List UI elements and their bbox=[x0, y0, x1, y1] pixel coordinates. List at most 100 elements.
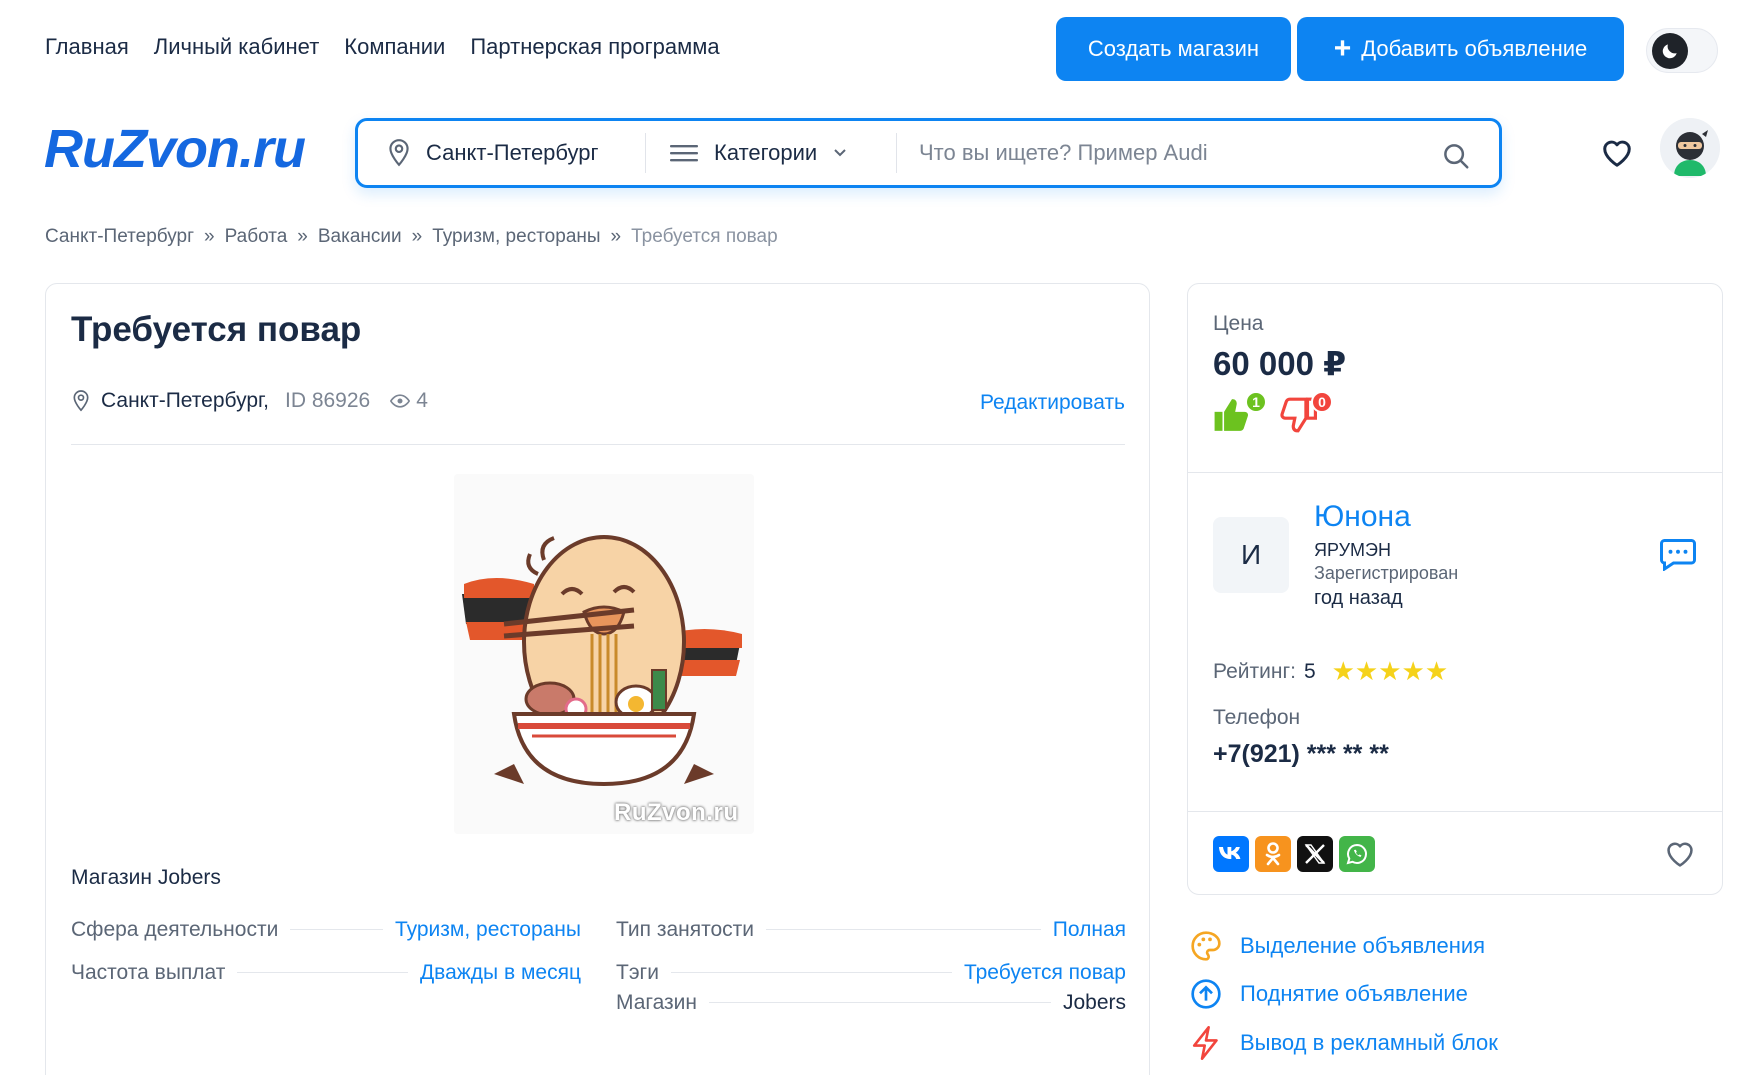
prop-tags-key: Тэги bbox=[616, 961, 659, 984]
breadcrumb-separator: » bbox=[297, 226, 308, 247]
chick-eating-noodles-image bbox=[454, 474, 754, 834]
site-logo[interactable]: RuZvon.ru bbox=[44, 118, 306, 180]
seller-name[interactable]: Юнона bbox=[1314, 500, 1411, 534]
share-whatsapp-icon[interactable] bbox=[1339, 836, 1375, 872]
prop-sphere-key: Сфера деятельности bbox=[71, 918, 279, 941]
promo-ad-block-label: Вывод в рекламный блок bbox=[1240, 1030, 1498, 1055]
search-input[interactable] bbox=[897, 140, 1417, 166]
phone-label: Телефон bbox=[1213, 706, 1301, 729]
city-selector[interactable]: Санкт-Петербург bbox=[358, 138, 645, 168]
price-value: 60 000 ₽ bbox=[1213, 345, 1347, 382]
share-x-icon[interactable] bbox=[1297, 836, 1333, 872]
prop-tags: Тэги Требуется повар bbox=[616, 961, 1126, 985]
palette-icon bbox=[1191, 931, 1221, 961]
leader-line bbox=[709, 1002, 1051, 1003]
rating-label: Рейтинг: bbox=[1213, 659, 1296, 683]
moon-icon bbox=[1652, 33, 1688, 69]
seller-registered-ago: год назад bbox=[1314, 587, 1403, 609]
breadcrumb-current: Требуется повар bbox=[631, 226, 778, 247]
like-button[interactable]: 1 bbox=[1213, 391, 1267, 437]
seller-rating: Рейтинг: 5 ★★★★★ bbox=[1213, 656, 1448, 687]
price-label: Цена bbox=[1213, 312, 1264, 335]
prop-sphere: Сфера деятельности Туризм, рестораны bbox=[71, 918, 581, 942]
favorite-heart-icon[interactable] bbox=[1664, 840, 1696, 868]
edit-link[interactable]: Редактировать bbox=[980, 391, 1125, 415]
favorites-heart-icon[interactable] bbox=[1600, 138, 1634, 168]
search-bar: Санкт-Петербург Категории bbox=[355, 118, 1502, 188]
add-listing-button[interactable]: + Добавить объявление bbox=[1297, 17, 1624, 81]
leader-line bbox=[766, 929, 1041, 930]
menu-icon bbox=[670, 145, 698, 162]
rating-stars: ★★★★★ bbox=[1331, 656, 1449, 686]
views-count: 4 bbox=[390, 389, 428, 413]
location-pin-icon bbox=[73, 390, 89, 412]
promo-raise[interactable]: Поднятие объявление bbox=[1190, 978, 1468, 1010]
theme-toggle[interactable] bbox=[1646, 28, 1718, 73]
prop-tags-value[interactable]: Требуется повар bbox=[964, 961, 1126, 985]
nav-partner-program[interactable]: Партнерская программа bbox=[470, 34, 719, 60]
search-icon[interactable] bbox=[1441, 141, 1471, 171]
votes: 1 0 bbox=[1213, 391, 1333, 437]
categories-dropdown[interactable]: Категории bbox=[646, 140, 896, 166]
breadcrumb-work[interactable]: Работа bbox=[225, 226, 288, 248]
leader-line bbox=[237, 972, 408, 973]
promo-raise-label: Поднятие объявление bbox=[1240, 981, 1468, 1006]
create-shop-button[interactable]: Создать магазин bbox=[1056, 17, 1291, 81]
prop-sphere-value[interactable]: Туризм, рестораны bbox=[395, 918, 581, 942]
city-label: Санкт-Петербург bbox=[426, 140, 599, 165]
share-buttons bbox=[1213, 836, 1375, 872]
breadcrumb-city[interactable]: Санкт-Петербург bbox=[45, 226, 194, 248]
user-avatar[interactable] bbox=[1660, 118, 1720, 178]
chat-icon[interactable] bbox=[1660, 537, 1696, 571]
seller-registered: Зарегистрирован bbox=[1314, 563, 1459, 583]
seller-avatar[interactable]: И bbox=[1213, 517, 1289, 593]
prop-shop: Магазин Jobers bbox=[616, 991, 1126, 1015]
leader-line bbox=[670, 972, 952, 973]
breadcrumb-tourism[interactable]: Туризм, рестораны bbox=[432, 226, 600, 248]
listing-photo[interactable]: RuZvon.ru bbox=[454, 474, 754, 834]
divider bbox=[71, 444, 1125, 445]
breadcrumb-vacancies[interactable]: Вакансии bbox=[318, 226, 402, 248]
divider bbox=[1188, 811, 1722, 812]
dislike-button[interactable]: 0 bbox=[1279, 391, 1333, 437]
prop-shop-value: Jobers bbox=[1062, 991, 1126, 1014]
share-vk-icon[interactable] bbox=[1213, 836, 1249, 872]
promo-highlight[interactable]: Выделение объявления bbox=[1190, 930, 1485, 962]
plus-icon: + bbox=[1333, 32, 1352, 65]
nav-account[interactable]: Личный кабинет bbox=[154, 34, 320, 60]
breadcrumb-separator: » bbox=[610, 226, 622, 247]
lightning-icon bbox=[1192, 1026, 1218, 1060]
top-nav: Главная Личный кабинет Компании Партнерс… bbox=[45, 34, 720, 60]
prop-frequency-value[interactable]: Дважды в месяц bbox=[420, 961, 581, 985]
breadcrumb-separator: » bbox=[411, 226, 423, 247]
leader-line bbox=[290, 929, 383, 930]
arrow-up-circle-icon bbox=[1191, 979, 1221, 1009]
dislikes-count: 0 bbox=[1311, 391, 1333, 413]
prop-employment-key: Тип занятости bbox=[616, 918, 755, 941]
views-value: 4 bbox=[416, 389, 428, 412]
breadcrumb: Санкт-Петербург » Работа » Вакансии » Ту… bbox=[45, 226, 778, 248]
listing-id: ID 86926 bbox=[284, 389, 371, 412]
promo-ad-block[interactable]: Вывод в рекламный блок bbox=[1190, 1026, 1498, 1060]
prop-employment-value[interactable]: Полная bbox=[1053, 918, 1126, 942]
add-listing-label: Добавить объявление bbox=[1361, 36, 1588, 61]
share-ok-icon[interactable] bbox=[1255, 836, 1291, 872]
location-pin-icon bbox=[389, 139, 409, 167]
prop-shop-key: Магазин bbox=[616, 991, 698, 1014]
listing-card: Требуется повар Санкт-Петербург, ID 8692… bbox=[45, 283, 1150, 1075]
promo-highlight-label: Выделение объявления bbox=[1240, 933, 1486, 958]
nav-home[interactable]: Главная bbox=[45, 34, 129, 60]
nav-companies[interactable]: Компании bbox=[344, 34, 445, 60]
divider bbox=[1188, 472, 1722, 473]
listing-meta: Санкт-Петербург, ID 86926 4 bbox=[71, 389, 428, 413]
likes-count: 1 bbox=[1245, 391, 1267, 413]
listing-title: Требуется повар bbox=[71, 310, 362, 349]
categories-label: Категории bbox=[714, 140, 818, 165]
rating-value: 5 bbox=[1303, 659, 1316, 683]
chevron-down-icon bbox=[834, 149, 846, 157]
prop-frequency: Частота выплат Дважды в месяц bbox=[71, 961, 581, 985]
shop-line: Магазин Jobers bbox=[71, 866, 221, 889]
phone-number[interactable]: +7(921) *** ** ** bbox=[1213, 740, 1389, 769]
breadcrumb-separator: » bbox=[204, 226, 215, 247]
eye-icon bbox=[390, 394, 411, 408]
